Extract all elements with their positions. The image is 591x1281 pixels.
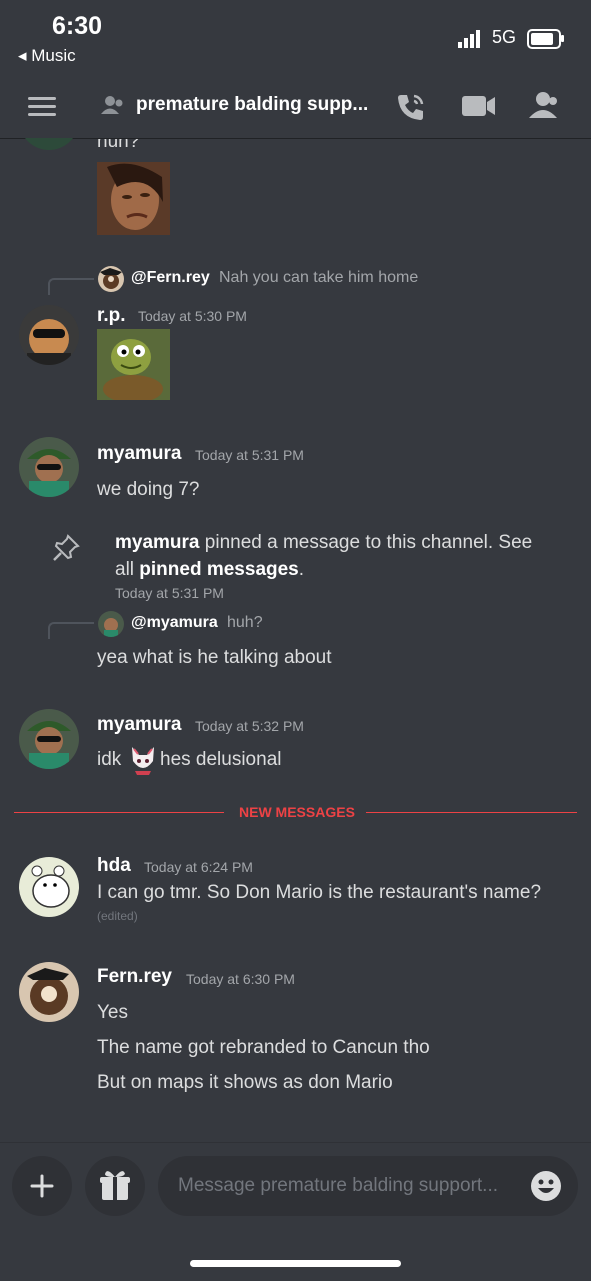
reply-author[interactable]: @myamura bbox=[131, 614, 218, 632]
message-input[interactable] bbox=[158, 1156, 578, 1216]
reply-author[interactable]: @Fern.rey bbox=[131, 269, 210, 287]
message-text: we doing 7? bbox=[97, 479, 200, 500]
plus-icon bbox=[30, 1174, 54, 1198]
new-messages-divider-line bbox=[14, 812, 224, 813]
pinned-messages-link[interactable]: pinned messages bbox=[139, 559, 298, 580]
group-dm-icon bbox=[101, 96, 123, 114]
message-username[interactable]: myamura bbox=[97, 443, 182, 465]
message-text: yea what is he talking about bbox=[97, 647, 332, 668]
new-messages-divider-line bbox=[366, 812, 577, 813]
battery-tip bbox=[561, 35, 564, 42]
message-username[interactable]: myamura bbox=[97, 714, 182, 736]
reply-avatar bbox=[98, 611, 124, 637]
status-time: 6:30 bbox=[52, 12, 103, 40]
pin-actor[interactable]: myamura bbox=[115, 532, 200, 553]
message-text: I can go tmr. So Don Mario is the restau… bbox=[97, 882, 542, 903]
avatar-myamura[interactable] bbox=[19, 437, 79, 497]
home-indicator[interactable] bbox=[190, 1260, 401, 1267]
new-messages-divider: NEW MESSAGES bbox=[239, 804, 355, 820]
reply-preview[interactable]: Nah you can take him home bbox=[219, 269, 418, 287]
cat-girl-emoji-icon bbox=[132, 747, 154, 775]
gift-button[interactable] bbox=[85, 1156, 145, 1216]
reply-connector bbox=[48, 622, 94, 639]
menu-icon[interactable] bbox=[28, 96, 58, 118]
members-icon[interactable] bbox=[528, 90, 562, 120]
message-text: The name got rebranded to Cancun tho bbox=[97, 1037, 430, 1058]
message-timestamp: Today at 6:24 PM bbox=[144, 859, 253, 875]
gift-icon bbox=[100, 1171, 130, 1200]
reaction-image[interactable] bbox=[97, 162, 170, 235]
avatar-fern-rey[interactable] bbox=[19, 962, 79, 1022]
channel-title: premature balding supp... bbox=[136, 94, 369, 115]
edited-label: (edited) bbox=[97, 909, 138, 923]
pin-icon bbox=[53, 534, 80, 561]
message-text: Yes bbox=[97, 1002, 128, 1023]
pin-notice-line1: myamura pinned a message to this channel… bbox=[115, 532, 532, 554]
back-to-app-link[interactable]: ◂ Music bbox=[18, 46, 76, 66]
message-text: idk bbox=[97, 749, 122, 770]
message-username[interactable]: Fern.rey bbox=[97, 966, 172, 988]
message-text: hes delusional bbox=[160, 749, 282, 770]
pin-text: pinned a message to this channel. See bbox=[199, 532, 533, 553]
turtle-sticker[interactable] bbox=[97, 329, 170, 400]
avatar-myamura[interactable] bbox=[19, 709, 79, 769]
message-timestamp: Today at 5:32 PM bbox=[195, 718, 304, 734]
pin-text: . bbox=[298, 559, 305, 580]
pin-notice-line2: all pinned messages. bbox=[115, 559, 304, 581]
message-text: But on maps it shows as don Mario bbox=[97, 1072, 393, 1093]
message-timestamp: Today at 5:30 PM bbox=[138, 308, 247, 324]
message-username[interactable]: r.p. bbox=[97, 305, 126, 327]
reply-connector bbox=[48, 278, 94, 295]
message-timestamp: Today at 5:31 PM bbox=[195, 447, 304, 463]
message-username[interactable]: hda bbox=[97, 855, 131, 877]
reply-avatar bbox=[98, 266, 124, 292]
avatar-rp[interactable] bbox=[19, 305, 79, 365]
add-attachment-button[interactable] bbox=[12, 1156, 72, 1216]
network-type: 5G bbox=[492, 27, 517, 47]
message-timestamp: Today at 6:30 PM bbox=[186, 971, 295, 987]
cellular-signal-icon bbox=[458, 30, 480, 48]
battery-icon bbox=[527, 29, 561, 49]
emoji-icon[interactable] bbox=[530, 1170, 562, 1202]
pin-timestamp: Today at 5:31 PM bbox=[115, 585, 224, 601]
call-icon[interactable] bbox=[396, 92, 426, 122]
avatar-hda[interactable] bbox=[19, 857, 79, 917]
reply-preview[interactable]: huh? bbox=[227, 614, 263, 632]
video-call-icon[interactable] bbox=[462, 94, 496, 118]
pin-text: all bbox=[115, 559, 140, 580]
